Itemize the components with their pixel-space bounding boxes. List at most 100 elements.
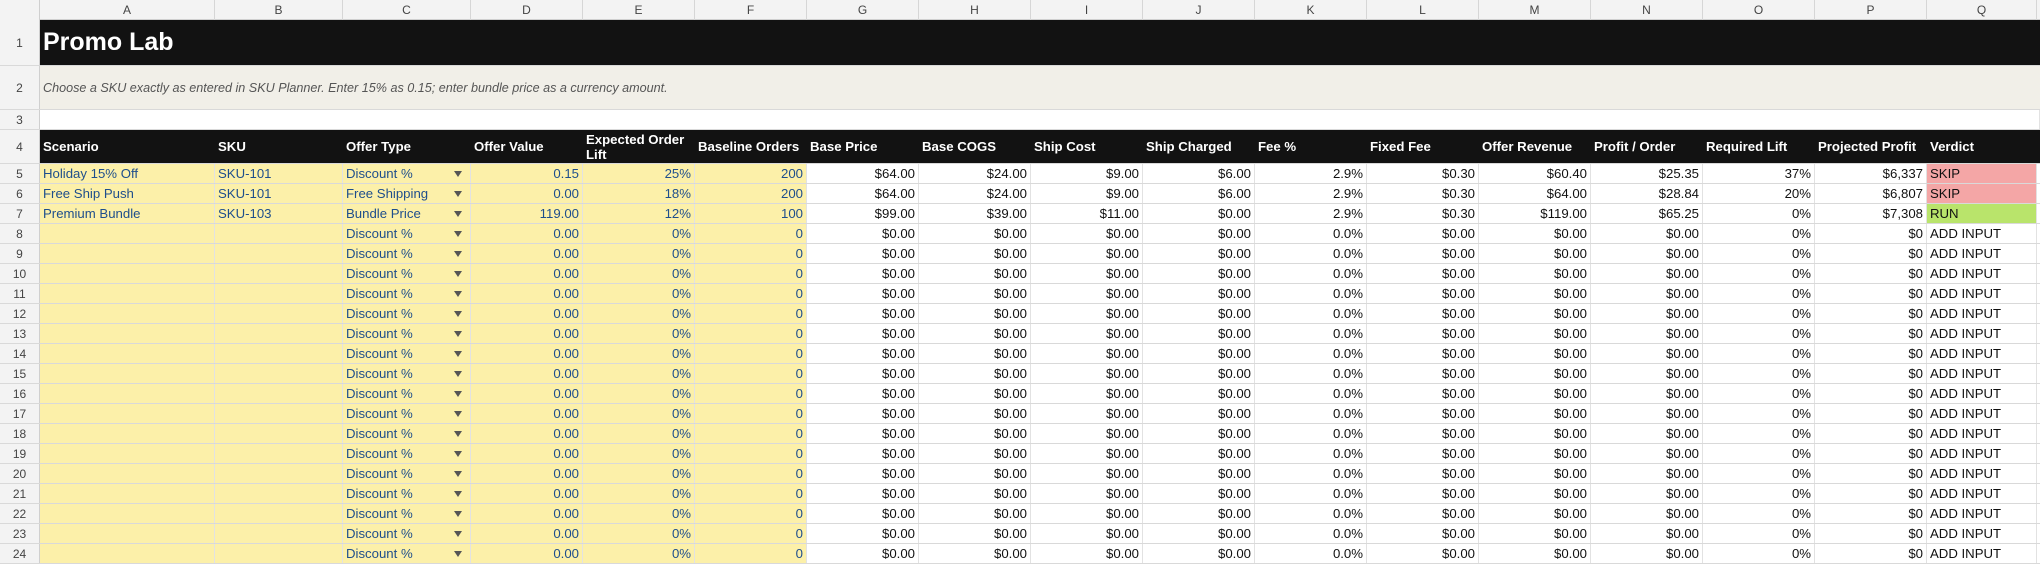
cell-expected-order-lift[interactable]: 0% — [583, 264, 695, 283]
cell-ship-cost[interactable]: $0.00 — [1031, 464, 1143, 483]
cell-sku[interactable] — [215, 244, 343, 263]
header-projected-profit[interactable]: Projected Profit — [1815, 130, 1927, 163]
cell-offer-revenue[interactable]: $0.00 — [1479, 484, 1591, 503]
row-number[interactable]: 2 — [0, 66, 40, 109]
cell-projected-profit[interactable]: $0 — [1815, 524, 1927, 543]
cell-sku[interactable] — [215, 464, 343, 483]
cell-offer-value[interactable]: 0.00 — [471, 424, 583, 443]
cell-base-cogs[interactable]: $24.00 — [919, 164, 1031, 183]
cell-profit-per-order[interactable]: $0.00 — [1591, 284, 1703, 303]
cell-ship-cost[interactable]: $11.00 — [1031, 204, 1143, 223]
cell-fixed-fee[interactable]: $0.00 — [1367, 504, 1479, 523]
cell-profit-per-order[interactable]: $0.00 — [1591, 244, 1703, 263]
cell-fee-pct[interactable]: 0.0% — [1255, 344, 1367, 363]
cell-fixed-fee[interactable]: $0.00 — [1367, 224, 1479, 243]
cell-baseline-orders[interactable]: 0 — [695, 424, 807, 443]
cell-base-price[interactable]: $0.00 — [807, 344, 919, 363]
cell-offer-value[interactable]: 0.00 — [471, 464, 583, 483]
cell-fixed-fee[interactable]: $0.00 — [1367, 264, 1479, 283]
column-header-a[interactable]: A — [40, 0, 215, 20]
cell-offer-revenue[interactable]: $0.00 — [1479, 404, 1591, 423]
row-number[interactable]: 8 — [0, 224, 40, 243]
header-fixed-fee[interactable]: Fixed Fee — [1367, 130, 1479, 163]
cell-required-lift[interactable]: 0% — [1703, 244, 1815, 263]
cell-ship-charged[interactable]: $0.00 — [1143, 264, 1255, 283]
cell-base-cogs[interactable]: $0.00 — [919, 304, 1031, 323]
cell-offer-value[interactable]: 0.00 — [471, 324, 583, 343]
cell-base-cogs[interactable]: $0.00 — [919, 344, 1031, 363]
cell-projected-profit[interactable]: $0 — [1815, 304, 1927, 323]
header-offer-revenue[interactable]: Offer Revenue — [1479, 130, 1591, 163]
cell-fee-pct[interactable]: 0.0% — [1255, 384, 1367, 403]
header-offer-value[interactable]: Offer Value — [471, 130, 583, 163]
cell-offer-value[interactable]: 0.00 — [471, 304, 583, 323]
header-sku[interactable]: SKU — [215, 130, 343, 163]
cell-ship-charged[interactable]: $6.00 — [1143, 184, 1255, 203]
cell-ship-charged[interactable]: $0.00 — [1143, 224, 1255, 243]
cell-ship-cost[interactable]: $0.00 — [1031, 404, 1143, 423]
cell-base-price[interactable]: $0.00 — [807, 264, 919, 283]
cell-projected-profit[interactable]: $0 — [1815, 324, 1927, 343]
cell-offer-revenue[interactable]: $119.00 — [1479, 204, 1591, 223]
cell-sku[interactable] — [215, 264, 343, 283]
cell-fee-pct[interactable]: 0.0% — [1255, 524, 1367, 543]
cell-offer-revenue[interactable]: $0.00 — [1479, 224, 1591, 243]
cell-expected-order-lift[interactable]: 25% — [583, 164, 695, 183]
dropdown-arrow-icon[interactable] — [454, 170, 462, 177]
cell-offer-value[interactable]: 0.00 — [471, 384, 583, 403]
cell-offer-value[interactable]: 0.15 — [471, 164, 583, 183]
cell-profit-per-order[interactable]: $0.00 — [1591, 324, 1703, 343]
cell-base-price[interactable]: $0.00 — [807, 324, 919, 343]
cell-offer-type[interactable]: Discount % — [343, 424, 471, 443]
cell-required-lift[interactable]: 0% — [1703, 544, 1815, 563]
cell-scenario[interactable] — [40, 524, 215, 543]
dropdown-arrow-icon[interactable] — [454, 270, 462, 277]
cell-verdict[interactable]: ADD INPUT — [1927, 244, 2037, 263]
cell-baseline-orders[interactable]: 0 — [695, 524, 807, 543]
cell-ship-charged[interactable]: $0.00 — [1143, 524, 1255, 543]
cell-offer-type[interactable]: Discount % — [343, 284, 471, 303]
cell-required-lift[interactable]: 0% — [1703, 404, 1815, 423]
cell-ship-cost[interactable]: $9.00 — [1031, 184, 1143, 203]
cell-base-cogs[interactable]: $0.00 — [919, 524, 1031, 543]
cell-offer-revenue[interactable]: $0.00 — [1479, 244, 1591, 263]
cell-fixed-fee[interactable]: $0.00 — [1367, 464, 1479, 483]
cell-base-cogs[interactable]: $0.00 — [919, 404, 1031, 423]
cell-baseline-orders[interactable]: 0 — [695, 244, 807, 263]
cell-offer-value[interactable]: 0.00 — [471, 184, 583, 203]
cell-profit-per-order[interactable]: $0.00 — [1591, 344, 1703, 363]
cell-fee-pct[interactable]: 0.0% — [1255, 544, 1367, 563]
cell-baseline-orders[interactable]: 200 — [695, 164, 807, 183]
cell-base-price[interactable]: $0.00 — [807, 404, 919, 423]
cell-required-lift[interactable]: 0% — [1703, 224, 1815, 243]
cell-fixed-fee[interactable]: $0.00 — [1367, 284, 1479, 303]
cell-base-cogs[interactable]: $0.00 — [919, 284, 1031, 303]
cell-offer-value[interactable]: 0.00 — [471, 284, 583, 303]
column-header-o[interactable]: O — [1703, 0, 1815, 20]
column-header-p[interactable]: P — [1815, 0, 1927, 20]
column-header-c[interactable]: C — [343, 0, 471, 20]
dropdown-arrow-icon[interactable] — [454, 530, 462, 537]
cell-ship-cost[interactable]: $0.00 — [1031, 444, 1143, 463]
dropdown-arrow-icon[interactable] — [454, 370, 462, 377]
cell-expected-order-lift[interactable]: 0% — [583, 544, 695, 563]
cell-projected-profit[interactable]: $0 — [1815, 464, 1927, 483]
cell-fixed-fee[interactable]: $0.30 — [1367, 184, 1479, 203]
cell-offer-value[interactable]: 0.00 — [471, 484, 583, 503]
cell-sku[interactable] — [215, 224, 343, 243]
cell-profit-per-order[interactable]: $0.00 — [1591, 504, 1703, 523]
cell-offer-type[interactable]: Discount % — [343, 164, 471, 183]
cell-ship-cost[interactable]: $0.00 — [1031, 424, 1143, 443]
cell-fixed-fee[interactable]: $0.00 — [1367, 344, 1479, 363]
cell-sku[interactable] — [215, 304, 343, 323]
column-header-h[interactable]: H — [919, 0, 1031, 20]
column-header-k[interactable]: K — [1255, 0, 1367, 20]
cell-required-lift[interactable]: 0% — [1703, 264, 1815, 283]
cell-baseline-orders[interactable]: 0 — [695, 364, 807, 383]
row-number[interactable]: 7 — [0, 204, 40, 223]
cell-required-lift[interactable]: 0% — [1703, 204, 1815, 223]
cell-offer-type[interactable]: Discount % — [343, 484, 471, 503]
row-number[interactable]: 9 — [0, 244, 40, 263]
cell-projected-profit[interactable]: $0 — [1815, 344, 1927, 363]
cell-verdict[interactable]: SKIP — [1927, 164, 2037, 183]
